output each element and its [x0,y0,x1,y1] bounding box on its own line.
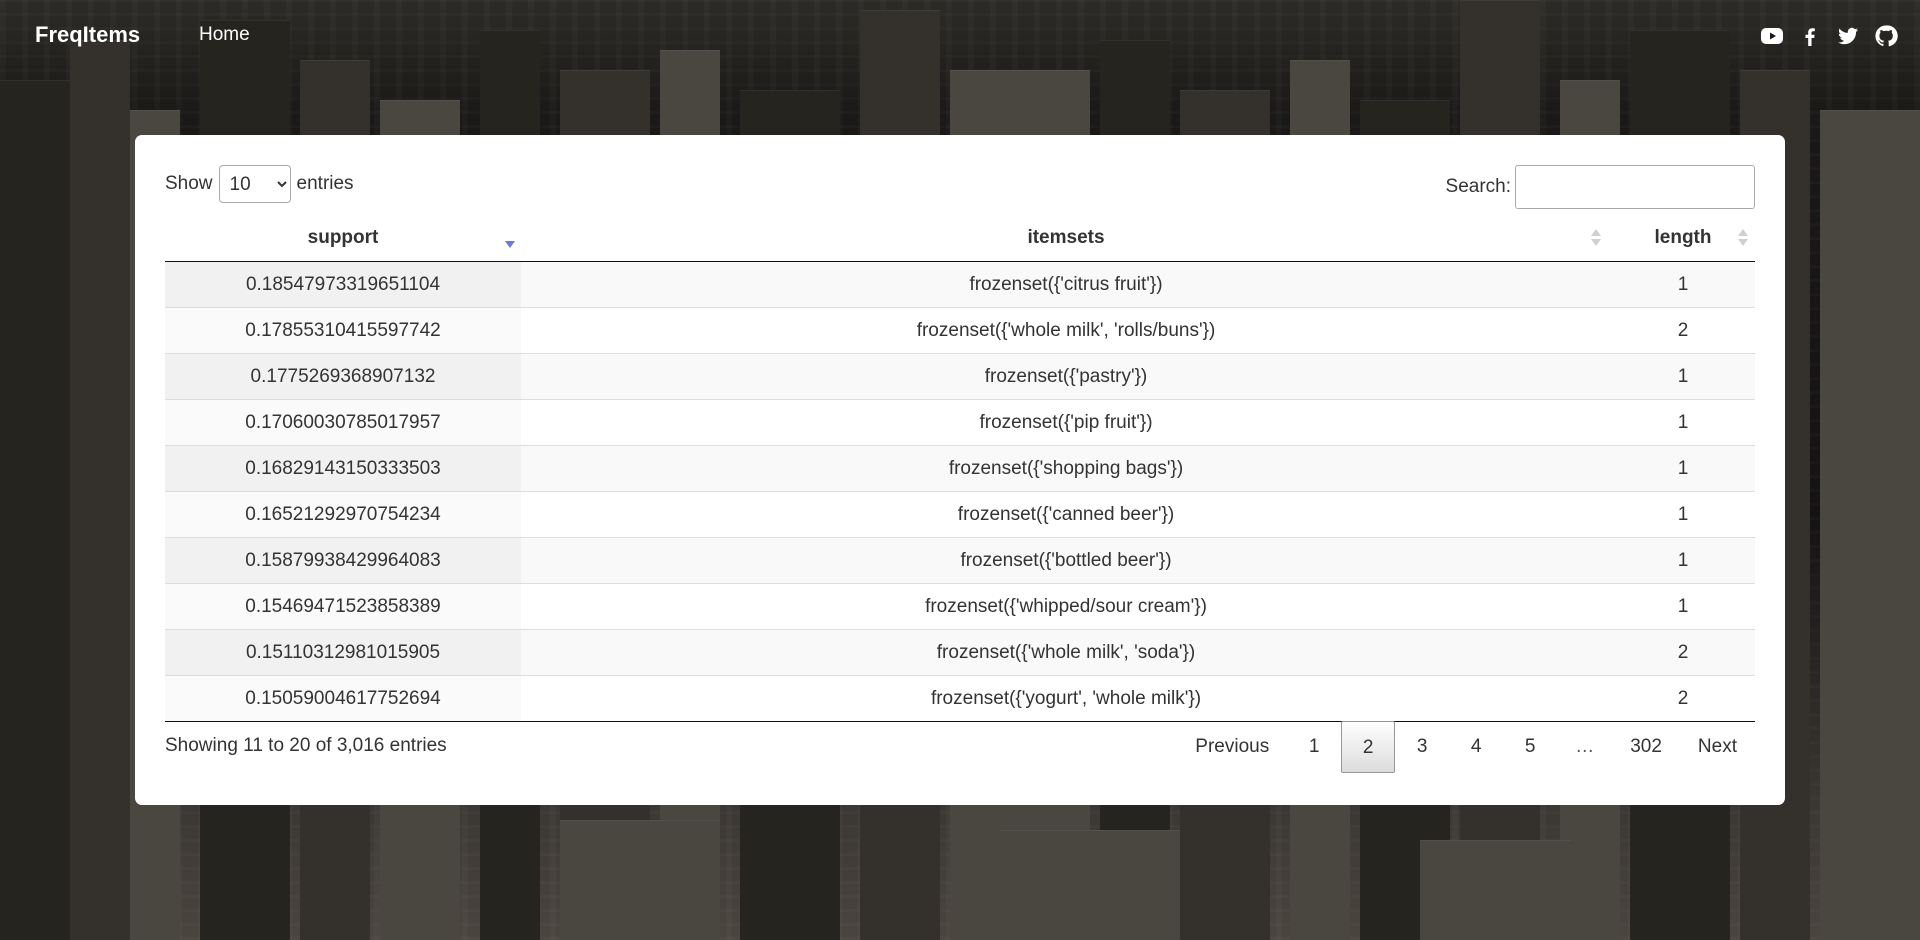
column-header-support[interactable]: support [165,215,521,261]
search-input[interactable] [1515,165,1755,209]
top-navbar: FreqItems Home [0,0,1920,72]
column-label-support: support [307,227,379,248]
table-body: 0.18547973319651104 frozenset({'citrus f… [165,262,1755,722]
cell-itemsets: frozenset({'whole milk', 'soda'}) [936,642,1196,663]
cell-length: 1 [1677,274,1689,295]
cell-support: 0.15879938429964083 [165,538,521,583]
cell-length: 1 [1677,504,1689,525]
pagination-previous[interactable]: Previous [1177,721,1287,773]
cell-support: 0.15469471523858389 [165,584,521,629]
brand-logo[interactable]: FreqItems [35,22,140,48]
cell-support: 0.16521292970754234 [165,492,521,537]
cell-support: 0.1775269368907132 [165,354,521,399]
cell-length: 2 [1677,688,1689,709]
sort-both-icon[interactable] [1591,229,1601,249]
cell-itemsets: frozenset({'whipped/sour cream'}) [925,596,1207,617]
cell-length: 1 [1677,366,1689,387]
pagination-ellipsis: … [1575,736,1595,757]
table-row: 0.16829143150333503 frozenset({'shopping… [165,446,1755,492]
page-length-select[interactable]: 10 [218,165,291,203]
table-row: 0.15110312981015905 frozenset({'whole mi… [165,630,1755,676]
table-row: 0.17855310415597742 frozenset({'whole mi… [165,308,1755,354]
cell-support: 0.17855310415597742 [165,308,521,353]
column-header-itemsets[interactable]: itemsets [521,215,1611,261]
table-row: 0.15879938429964083 frozenset({'bottled … [165,538,1755,584]
pagination-page-4[interactable]: 4 [1449,721,1503,773]
cell-support: 0.18547973319651104 [165,262,521,307]
nav-home-link[interactable]: Home [199,24,250,46]
cell-itemsets: frozenset({'citrus fruit'}) [969,274,1163,295]
search-label: Search: [1445,176,1511,197]
search-control: Search: [1446,165,1755,209]
table-info: Showing 11 to 20 of 3,016 entries [165,735,447,756]
cell-support: 0.15110312981015905 [165,630,521,675]
column-label-length: length [1654,227,1712,248]
cell-itemsets: frozenset({'whole milk', 'rolls/buns'}) [916,320,1216,341]
sort-descending-icon[interactable] [505,229,515,249]
social-links [1760,24,1898,48]
cell-itemsets: frozenset({'yogurt', 'whole milk'}) [930,688,1202,709]
youtube-icon[interactable] [1760,24,1784,48]
cell-length: 1 [1677,412,1689,433]
pagination-page-3[interactable]: 3 [1395,721,1449,773]
entries-label: entries [296,173,354,194]
pagination-page-302[interactable]: 302 [1612,721,1680,773]
github-icon[interactable] [1874,24,1898,48]
cell-length: 2 [1677,320,1689,341]
show-label: Show [165,173,213,194]
cell-support: 0.15059004617752694 [165,676,521,721]
table-row: 0.17060030785017957 frozenset({'pip frui… [165,400,1755,446]
cell-itemsets: frozenset({'shopping bags'}) [948,458,1184,479]
table-row: 0.15059004617752694 frozenset({'yogurt',… [165,676,1755,722]
table-row: 0.15469471523858389 frozenset({'whipped/… [165,584,1755,630]
cell-itemsets: frozenset({'bottled beer'}) [960,550,1172,571]
column-label-itemsets: itemsets [1027,227,1105,248]
pagination-page-1[interactable]: 1 [1287,721,1341,773]
sort-both-icon[interactable] [1738,229,1748,249]
cell-length: 1 [1677,550,1689,571]
table-header: support itemsets length [165,215,1755,262]
table-row: 0.18547973319651104 frozenset({'citrus f… [165,262,1755,308]
pagination: Previous 1 2 3 4 5 … 302 Next [1177,721,1755,773]
cell-support: 0.16829143150333503 [165,446,521,491]
pagination-page-2-current[interactable]: 2 [1341,721,1396,773]
cell-itemsets: frozenset({'pip fruit'}) [979,412,1153,433]
twitter-icon[interactable] [1836,24,1860,48]
cell-support: 0.17060030785017957 [165,400,521,445]
cell-itemsets: frozenset({'canned beer'}) [957,504,1175,525]
pagination-next[interactable]: Next [1680,721,1755,773]
page-length-control: Show 10 entries [165,165,354,203]
cell-length: 1 [1677,458,1689,479]
data-table-card: Show 10 entries Search: support itemsets… [135,135,1785,805]
facebook-icon[interactable] [1798,24,1822,48]
table-row: 0.16521292970754234 frozenset({'canned b… [165,492,1755,538]
cell-length: 1 [1677,596,1689,617]
table-row: 0.1775269368907132 frozenset({'pastry'})… [165,354,1755,400]
cell-length: 2 [1677,642,1689,663]
pagination-page-5[interactable]: 5 [1503,721,1557,773]
cell-itemsets: frozenset({'pastry'}) [984,366,1148,387]
column-header-length[interactable]: length [1611,215,1755,261]
